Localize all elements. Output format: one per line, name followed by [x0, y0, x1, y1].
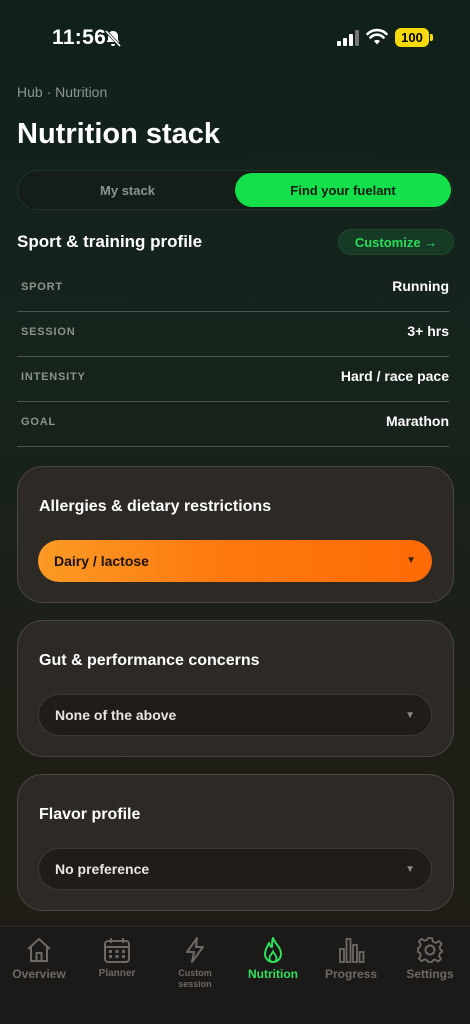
tab-label: Progress [324, 967, 378, 981]
tab-label: Planner [98, 968, 136, 979]
breadcrumb[interactable]: Hub · Nutrition [17, 84, 107, 100]
profile-value: Marathon [386, 413, 449, 429]
profile-key: INTENSITY [21, 371, 86, 383]
flavor-profile-select[interactable]: No preference ▼ [38, 848, 432, 890]
bell-muted-icon [104, 29, 122, 48]
tab-label: Custom session [178, 968, 212, 989]
profile-key: SPORT [21, 281, 63, 293]
status-time: 11:56 [52, 26, 107, 49]
profile-row-session: SESSION 3+ hrs [17, 312, 449, 357]
home-icon [27, 938, 51, 962]
page-title: Nutrition stack [17, 118, 221, 150]
battery-indicator: 100 [395, 28, 433, 47]
flame-icon [264, 937, 282, 963]
tab-find-your-fuelant[interactable]: Find your fuelant [235, 173, 451, 207]
profile-section-title: Sport & training profile [17, 232, 203, 251]
calendar-icon [104, 938, 130, 963]
tab-label: Overview [12, 967, 66, 981]
tab-progress[interactable]: Progress [312, 935, 390, 1005]
select-value: Dairy / lactose [54, 553, 149, 569]
gut-concerns-card: Gut & performance concerns None of the a… [17, 620, 454, 757]
gear-icon [417, 937, 443, 963]
cellular-signal-icon [337, 30, 359, 46]
tab-settings[interactable]: Settings [391, 935, 469, 1005]
tab-label: Nutrition [248, 967, 298, 981]
chevron-down-icon: ▼ [405, 710, 415, 721]
select-value: None of the above [55, 707, 177, 723]
tab-my-stack[interactable]: My stack [20, 173, 235, 207]
chevron-down-icon: ▼ [405, 864, 415, 875]
wifi-icon [366, 28, 388, 45]
card-title: Flavor profile [39, 806, 141, 823]
bolt-icon [186, 937, 204, 963]
tab-custom-session[interactable]: Custom session [156, 935, 234, 1005]
gut-concerns-select[interactable]: None of the above ▼ [38, 694, 432, 736]
allergies-select[interactable]: Dairy / lactose ▼ [38, 540, 432, 582]
profile-row-goal: GOAL Marathon [17, 402, 449, 447]
segmented-control: My stack Find your fuelant [17, 170, 453, 210]
card-title: Allergies & dietary restrictions [39, 498, 272, 515]
profile-value: Hard / race pace [340, 368, 449, 384]
profile-row-intensity: INTENSITY Hard / race pace [17, 357, 449, 402]
tab-planner[interactable]: Planner [78, 935, 156, 1005]
profile-value: 3+ hrs [407, 323, 449, 339]
flavor-profile-card: Flavor profile No preference ▼ [17, 774, 454, 911]
customize-button[interactable]: Customize → [338, 229, 454, 255]
tab-label: Settings [406, 967, 454, 981]
bar-chart-icon [339, 938, 365, 963]
profile-row-sport: SPORT Running [17, 267, 449, 312]
bottom-tab-bar: Overview Planner Custom session Nutritio… [0, 926, 470, 1024]
profile-value: Running [392, 278, 449, 294]
profile-key: SESSION [21, 326, 76, 338]
chevron-down-icon: ▼ [406, 555, 416, 566]
card-title: Gut & performance concerns [39, 652, 260, 669]
status-bar: 11:56 100 [0, 0, 470, 76]
select-value: No preference [55, 861, 150, 877]
profile-key: GOAL [21, 416, 56, 428]
tab-nutrition[interactable]: Nutrition [234, 935, 312, 1005]
allergies-card: Allergies & dietary restrictions Dairy /… [17, 466, 454, 603]
tab-overview[interactable]: Overview [0, 935, 78, 1005]
